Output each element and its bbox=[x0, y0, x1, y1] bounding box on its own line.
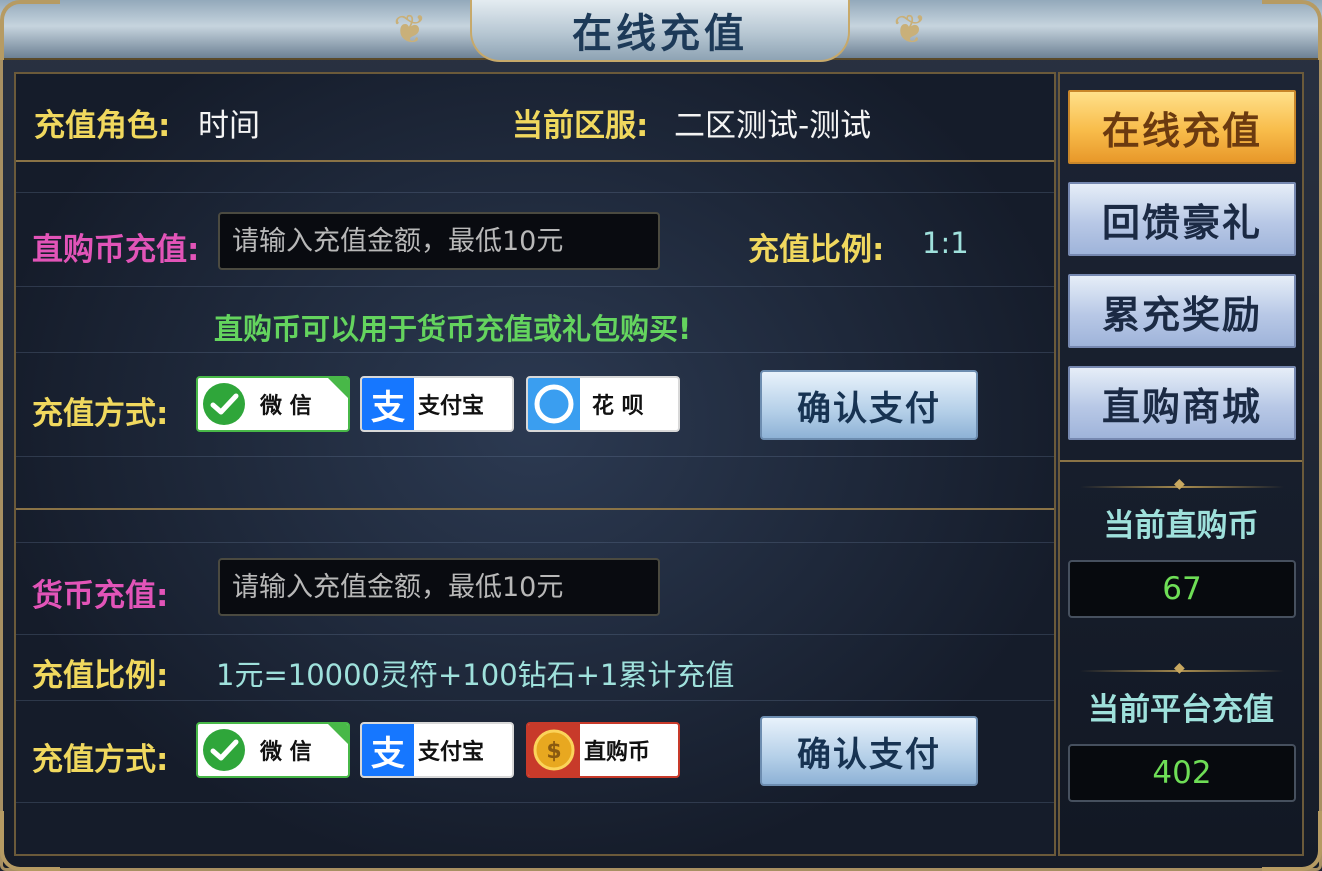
payment-method-label: 充值方式: bbox=[32, 742, 169, 778]
alipay-icon: 支 bbox=[362, 378, 414, 430]
role-value: 时间 bbox=[198, 108, 260, 144]
tab-feedback-gifts[interactable]: 回馈豪礼 bbox=[1068, 182, 1296, 256]
currency-ratio-label: 充值比例: bbox=[32, 658, 169, 694]
coin-icon: $ bbox=[528, 724, 580, 776]
sidebar-divider bbox=[1060, 460, 1302, 462]
recharge-panel: 充值角色: 时间 当前区服: 二区测试-测试 直购币充值: 充值比例: 1:1 … bbox=[14, 72, 1056, 856]
ornament-divider bbox=[1080, 660, 1284, 676]
tab-direct-shop[interactable]: 直购商城 bbox=[1068, 366, 1296, 440]
row-divider bbox=[16, 352, 1054, 353]
row-divider bbox=[16, 542, 1054, 543]
corner-ornament-tr bbox=[1262, 0, 1322, 60]
role-label: 充值角色: bbox=[34, 108, 171, 144]
row-divider bbox=[16, 634, 1054, 635]
currency-recharge-label: 货币充值: bbox=[32, 578, 169, 614]
direct-coin-amount-input[interactable] bbox=[218, 212, 660, 270]
corner-ornament-tl bbox=[0, 0, 60, 60]
row-divider bbox=[16, 802, 1054, 803]
confirm-pay-button-2[interactable]: 确认支付 bbox=[760, 716, 978, 786]
platform-recharge-label: 当前平台充值 bbox=[1088, 692, 1274, 728]
server-value: 二区测试-测试 bbox=[674, 108, 872, 144]
title-plate: 在线充值 bbox=[470, 0, 850, 62]
tab-cumulative-rewards[interactable]: 累充奖励 bbox=[1068, 274, 1296, 348]
pay-option-label: 支付宝 bbox=[418, 394, 485, 419]
direct-coin-recharge-label: 直购币充值: bbox=[32, 232, 200, 268]
pay-option-label: 微 信 bbox=[260, 740, 312, 765]
wechat-check-icon bbox=[198, 724, 250, 776]
pay-option-label: 直购币 bbox=[584, 740, 651, 765]
svg-text:$: $ bbox=[546, 739, 561, 764]
pay-huabei-option[interactable]: 花 呗 bbox=[526, 376, 680, 432]
alipay-icon: 支 bbox=[362, 724, 414, 776]
current-coin-value: 67 bbox=[1068, 560, 1296, 618]
pay-wechat-option[interactable]: 微 信 bbox=[196, 722, 350, 778]
section-divider bbox=[16, 508, 1054, 510]
server-label: 当前区服: bbox=[512, 108, 649, 144]
dragon-ornament-left-icon: ❦ bbox=[393, 7, 427, 53]
current-coin-label: 当前直购币 bbox=[1103, 508, 1259, 544]
page-title: 在线充值 bbox=[572, 10, 748, 57]
dragon-ornament-right-icon: ❦ bbox=[893, 7, 927, 53]
direct-coin-notice: 直购币可以用于货币充值或礼包购买! bbox=[214, 312, 692, 346]
currency-ratio-value: 1元=10000灵符+100钻石+1累计充值 bbox=[216, 658, 735, 692]
selected-check-icon bbox=[328, 378, 348, 398]
payment-method-label: 充值方式: bbox=[32, 396, 169, 432]
pay-option-label: 花 呗 bbox=[592, 394, 644, 419]
wechat-check-icon bbox=[198, 378, 250, 430]
divider bbox=[16, 160, 1054, 162]
pay-wechat-option[interactable]: 微 信 bbox=[196, 376, 350, 432]
pay-option-label: 支付宝 bbox=[418, 740, 485, 765]
row-divider bbox=[16, 192, 1054, 193]
sidebar: 在线充值 回馈豪礼 累充奖励 直购商城 当前直购币 67 当前平台充值 402 bbox=[1058, 72, 1304, 856]
confirm-pay-button-1[interactable]: 确认支付 bbox=[760, 370, 978, 440]
pay-option-label: 微 信 bbox=[260, 394, 312, 419]
currency-amount-input[interactable] bbox=[218, 558, 660, 616]
row-divider bbox=[16, 456, 1054, 457]
pay-direct-coin-option[interactable]: $ 直购币 bbox=[526, 722, 680, 778]
row-divider bbox=[16, 700, 1054, 701]
selected-check-icon bbox=[328, 724, 348, 744]
platform-recharge-value: 402 bbox=[1068, 744, 1296, 802]
ornament-divider bbox=[1080, 476, 1284, 492]
direct-coin-ratio-label: 充值比例: bbox=[748, 232, 885, 268]
pay-alipay-option[interactable]: 支 支付宝 bbox=[360, 376, 514, 432]
huabei-icon bbox=[528, 378, 580, 430]
row-divider bbox=[16, 286, 1054, 287]
title-banner: ❦ ❦ 在线充值 bbox=[0, 0, 1322, 62]
pay-alipay-option[interactable]: 支 支付宝 bbox=[360, 722, 514, 778]
direct-coin-ratio-value: 1:1 bbox=[922, 226, 969, 260]
tab-online-recharge[interactable]: 在线充值 bbox=[1068, 90, 1296, 164]
